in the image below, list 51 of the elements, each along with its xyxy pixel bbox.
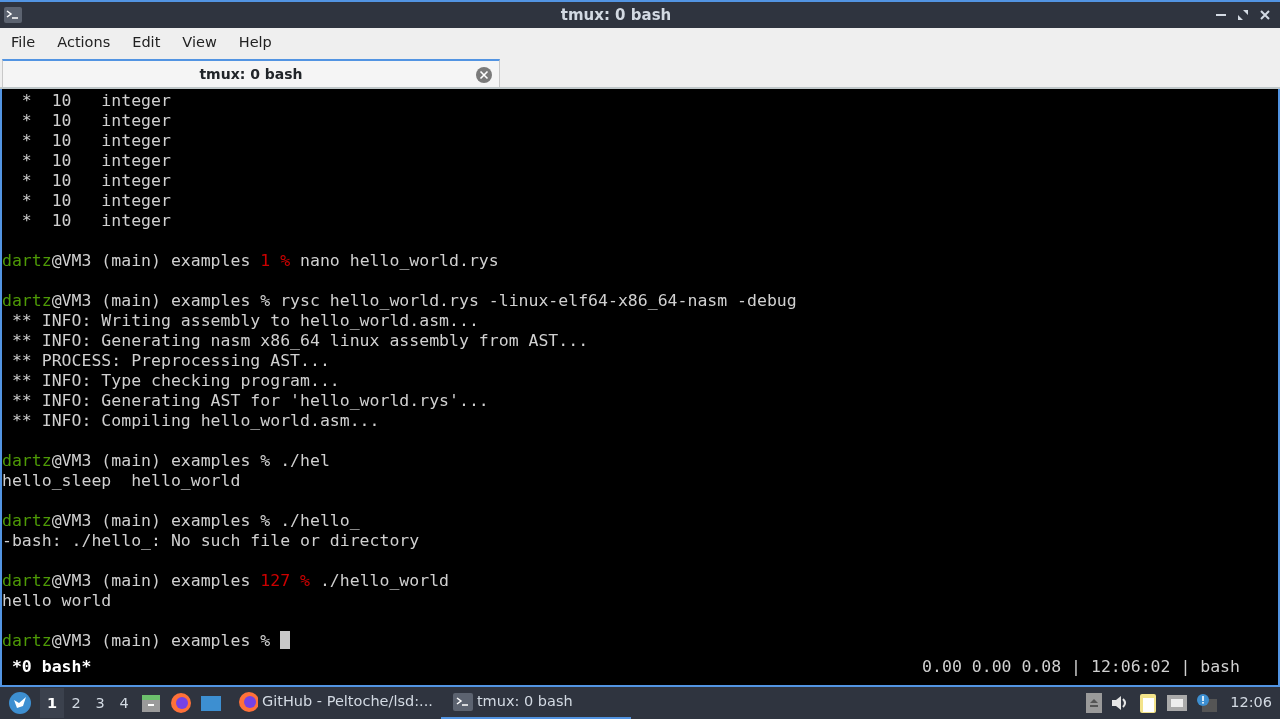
terminal-output: * 10 integer [20, 211, 171, 230]
workspace-button[interactable]: 4 [112, 688, 136, 718]
menu-item[interactable]: Actions [46, 31, 122, 54]
workspace-button[interactable]: 3 [88, 688, 112, 718]
terminal-command: ./hello_world [318, 571, 450, 590]
terminal-output: * 10 integer [20, 151, 171, 170]
prompt-host: @VM3 (main) examples [51, 251, 252, 270]
prompt-host: @VM3 (main) examples % [51, 511, 272, 530]
terminal-command: nano hello_world.rys [299, 251, 499, 270]
terminal-output: ** INFO: Type checking program... [10, 371, 340, 390]
terminal-output: hello world [2, 591, 112, 610]
taskbar-task[interactable]: tmux: 0 bash [440, 687, 631, 719]
prompt-user: dartz [2, 251, 52, 270]
tmux-status: 0.00 0.00 0.08 | 12:06:02 | bash [922, 657, 1241, 677]
window-title: tmux: 0 bash [559, 4, 673, 26]
exit-status: 1 % [260, 251, 291, 270]
terminal-output: ** INFO: Writing assembly to hello_world.asm... [10, 311, 479, 330]
prompt-host: @VM3 (main) examples % [51, 451, 272, 470]
prompt-user: dartz [2, 451, 52, 470]
terminal-output: ** INFO: Compiling hello_world.asm... [10, 411, 380, 430]
terminal-command: rysc hello_world.rys -linux-elf64-x86_64-nasm -debug [280, 291, 797, 310]
terminal-output: ** INFO: Generating AST for 'hello_world.rys'... [10, 391, 489, 410]
terminal-output: * 10 integer [20, 131, 171, 150]
prompt-host: @VM3 (main) examples % [51, 291, 272, 310]
taskbar-task[interactable]: GitHub - Peltoche/lsd:... [226, 687, 441, 719]
prompt-host: @VM3 (main) examples % [51, 631, 272, 650]
prompt-user: dartz [2, 291, 52, 310]
prompt-user: dartz [2, 631, 52, 650]
exit-status: 127 % [260, 571, 310, 590]
tab[interactable]: tmux: 0 bash [2, 59, 500, 87]
workspace-button[interactable]: 2 [64, 688, 88, 718]
terminal-output: ** INFO: Generating nasm x86_64 linux assembly from AST... [10, 331, 589, 350]
terminal-command: ./hel [280, 451, 330, 470]
terminal-output: hello_sleep hello_world [2, 471, 241, 490]
terminal-output: * 10 integer [20, 91, 171, 110]
prompt-user: dartz [2, 571, 52, 590]
terminal-output: * 10 integer [20, 191, 171, 210]
workspace-button[interactable]: 1 [40, 688, 64, 718]
menu-item[interactable]: View [171, 31, 228, 54]
tmux-window-label: *0 bash* [10, 657, 92, 677]
clock[interactable]: 12:06 [1230, 692, 1272, 714]
terminal-command: ./hello_ [280, 511, 360, 530]
terminal-output: ** PROCESS: Preprocessing AST... [10, 351, 330, 370]
terminal-output: -bash: ./hello_: No such file or directory [2, 531, 420, 550]
menu-item[interactable]: Edit [121, 31, 172, 54]
terminal-output: * 10 integer [20, 111, 171, 130]
menu-item[interactable]: Help [227, 31, 283, 54]
prompt-host: @VM3 (main) examples [51, 571, 252, 590]
menu-item[interactable]: File [0, 31, 47, 54]
prompt-user: dartz [2, 511, 52, 530]
terminal-output: * 10 integer [20, 171, 171, 190]
